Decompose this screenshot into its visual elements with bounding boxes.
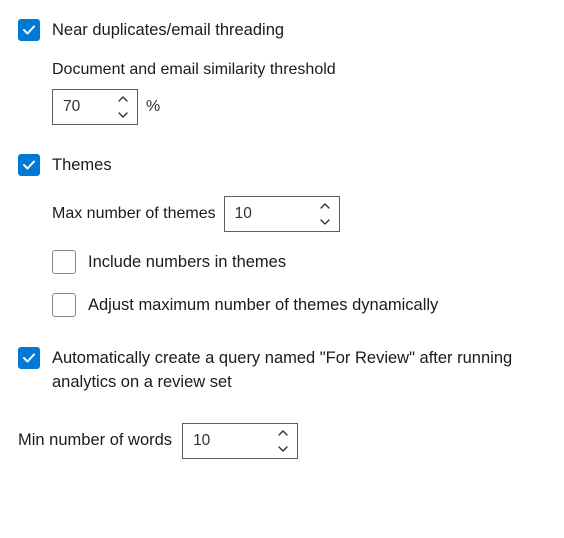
themes-row: Themes — [18, 153, 546, 178]
chevron-down-icon — [118, 112, 128, 118]
near-duplicates-row: Near duplicates/email threading — [18, 18, 546, 43]
chevron-up-icon — [320, 203, 330, 209]
similarity-threshold-spinner — [113, 90, 137, 124]
min-words-field: Min number of words 10 — [18, 423, 546, 459]
similarity-threshold-suffix: % — [146, 98, 160, 116]
chevron-down-icon — [278, 446, 288, 452]
chevron-up-icon — [118, 96, 128, 102]
include-numbers-row: Include numbers in themes — [52, 250, 546, 275]
max-themes-field: Max number of themes 10 — [52, 196, 546, 232]
checkmark-icon — [22, 158, 36, 172]
similarity-threshold-section: Document and email similarity threshold … — [52, 61, 546, 125]
adjust-dynamic-checkbox[interactable] — [52, 293, 76, 317]
min-words-input[interactable]: 10 — [182, 423, 298, 459]
spin-up-button[interactable] — [317, 200, 333, 212]
themes-group: Themes Max number of themes 10 Include n… — [18, 153, 546, 318]
adjust-dynamic-label: Adjust maximum number of themes dynamica… — [88, 293, 438, 318]
themes-label: Themes — [52, 153, 112, 178]
similarity-threshold-label: Document and email similarity threshold — [52, 61, 546, 79]
spin-up-button[interactable] — [115, 93, 131, 105]
spin-up-button[interactable] — [275, 427, 291, 439]
max-themes-spinner — [315, 197, 339, 231]
similarity-threshold-input[interactable]: 70 — [52, 89, 138, 125]
adjust-dynamic-row: Adjust maximum number of themes dynamica… — [52, 293, 546, 318]
checkmark-icon — [22, 351, 36, 365]
spin-down-button[interactable] — [317, 216, 333, 228]
include-numbers-label: Include numbers in themes — [88, 250, 286, 275]
auto-query-group: Automatically create a query named "For … — [18, 346, 546, 395]
near-duplicates-checkbox[interactable] — [18, 19, 40, 41]
themes-checkbox[interactable] — [18, 154, 40, 176]
auto-query-checkbox[interactable] — [18, 347, 40, 369]
spin-down-button[interactable] — [115, 109, 131, 121]
chevron-up-icon — [278, 430, 288, 436]
min-words-value: 10 — [183, 424, 273, 458]
chevron-down-icon — [320, 219, 330, 225]
include-numbers-checkbox[interactable] — [52, 250, 76, 274]
min-words-spinner — [273, 424, 297, 458]
spin-down-button[interactable] — [275, 443, 291, 455]
checkmark-icon — [22, 23, 36, 37]
near-duplicates-group: Near duplicates/email threading Document… — [18, 18, 546, 125]
similarity-threshold-field: 70 % — [52, 89, 546, 125]
max-themes-input[interactable]: 10 — [224, 196, 340, 232]
auto-query-label: Automatically create a query named "For … — [52, 346, 532, 395]
max-themes-label: Max number of themes — [52, 205, 216, 223]
max-themes-value: 10 — [225, 197, 315, 231]
min-words-label: Min number of words — [18, 428, 172, 453]
themes-sub-section: Max number of themes 10 Include numbers … — [52, 196, 546, 318]
similarity-threshold-value: 70 — [53, 90, 113, 124]
auto-query-row: Automatically create a query named "For … — [18, 346, 546, 395]
near-duplicates-label: Near duplicates/email threading — [52, 18, 284, 43]
